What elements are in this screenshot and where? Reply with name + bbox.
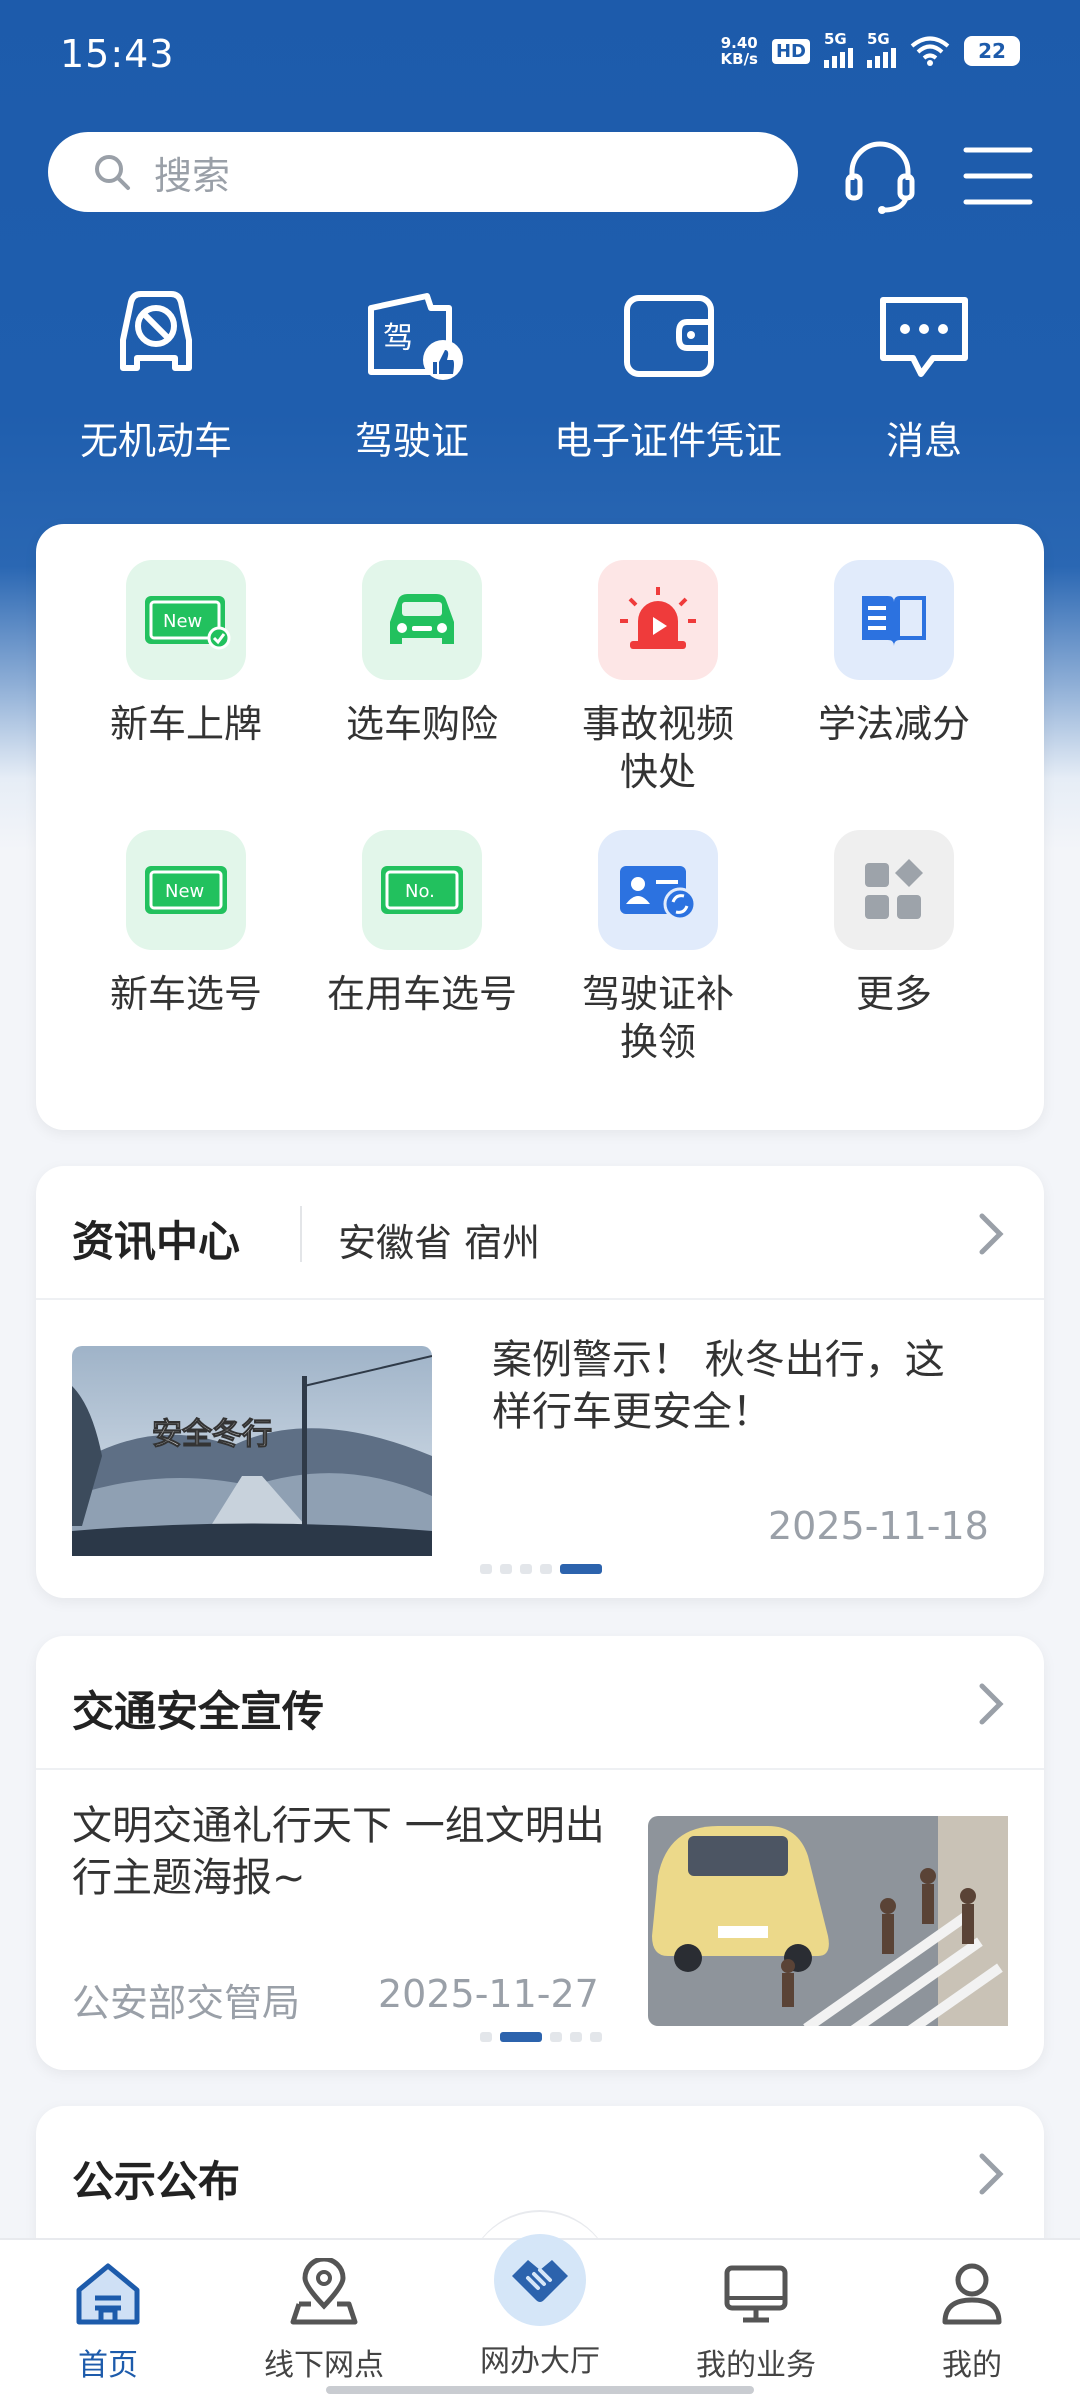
signal-icon: 5G xyxy=(867,30,896,68)
user-icon xyxy=(942,2263,1002,2325)
chevron-right-icon xyxy=(979,1683,1004,1725)
message-icon xyxy=(880,297,968,377)
news-title: 案例警示！ 秋冬出行，这样行车更安全！ xyxy=(492,1337,945,1435)
search-icon xyxy=(95,155,130,190)
search-bar[interactable]: 搜索 xyxy=(48,132,798,212)
menu-icon[interactable] xyxy=(958,136,1038,216)
service-new-plate[interactable]: New 新车上牌 xyxy=(68,560,304,748)
safety-header[interactable]: 交通安全宣传 xyxy=(36,1636,1044,1770)
new-number-icon: New xyxy=(126,830,246,950)
nav-offline-outlets[interactable]: 线下网点 xyxy=(224,2256,424,2384)
hd-icon: HD xyxy=(771,38,810,64)
service-accident-video[interactable]: 事故视频快处 xyxy=(540,560,776,796)
more-icon xyxy=(834,830,954,950)
network-speed: 9.40 KB/s xyxy=(720,34,758,68)
nav-my-business[interactable]: 我的业务 xyxy=(656,2258,856,2384)
service-used-car-number[interactable]: No. 在用车选号 xyxy=(304,830,540,1018)
quick-link-e-certificate[interactable]: 电子证件凭证 xyxy=(548,282,788,465)
service-study-law[interactable]: 学法减分 xyxy=(776,560,1012,748)
signal-icon: 5G xyxy=(824,30,853,68)
service-more[interactable]: 更多 xyxy=(776,830,1012,1018)
news-date: 2025-11-18 xyxy=(768,1504,989,1548)
svg-text:驾: 驾 xyxy=(383,321,413,356)
nav-home[interactable]: 首页 xyxy=(8,2258,208,2384)
service-car-insurance[interactable]: 选车购险 xyxy=(304,560,540,748)
service-grid: New 新车上牌 选车购险 事故视频快处 学法减分 New 新车选号 No. 在… xyxy=(36,524,1044,1130)
nav-online-hall[interactable]: 网办大厅 xyxy=(440,2336,640,2380)
monitor-icon xyxy=(724,2265,788,2323)
clock: 15:43 xyxy=(60,32,175,76)
no-car-icon xyxy=(120,291,192,371)
battery-icon: 22 xyxy=(964,36,1020,66)
wallet-icon xyxy=(624,295,714,377)
safety-title: 交通安全宣传 xyxy=(72,1687,325,1736)
search-placeholder: 搜索 xyxy=(154,153,231,198)
news-center-header[interactable]: 资讯中心 安徽省 宿州 xyxy=(36,1166,1044,1300)
svg-text:No.: No. xyxy=(405,881,435,902)
notice-title: 公示公布 xyxy=(72,2157,241,2206)
chevron-right-icon xyxy=(979,1213,1004,1255)
quick-link-no-car[interactable]: 无机动车 xyxy=(36,282,276,465)
news-center-card: 资讯中心 安徽省 宿州 安全冬行 案例警示！ 秋冬出行，这样行车更安全！ 202… xyxy=(36,1166,1044,1598)
home-icon xyxy=(76,2263,140,2325)
safety-thumbnail xyxy=(648,1816,1008,2026)
news-center-title: 资讯中心 xyxy=(72,1217,241,1266)
location-icon xyxy=(290,2256,358,2325)
siren-icon xyxy=(598,560,718,680)
service-license-renew[interactable]: 驾驶证补换领 xyxy=(540,830,776,1066)
safety-source: 公安部交管局 xyxy=(72,1981,301,2025)
home-indicator xyxy=(326,2386,754,2394)
book-icon xyxy=(834,560,954,680)
status-bar: 15:43 9.40 KB/s HD 5G 5G 22 xyxy=(0,0,1080,112)
safety-item-title: 文明交通礼行天下 一组文明出行主题海报~ xyxy=(72,1803,605,1901)
car-insurance-icon xyxy=(362,560,482,680)
license-icon: 驾 xyxy=(368,293,463,380)
wifi-icon xyxy=(910,36,950,66)
svg-text:安全冬行: 安全冬行 xyxy=(152,1417,272,1452)
service-new-number[interactable]: New 新车选号 xyxy=(68,830,304,1018)
safety-date: 2025-11-27 xyxy=(378,1972,599,2016)
region-label: 安徽省 宿州 xyxy=(338,1221,541,1265)
license-renew-icon xyxy=(598,830,718,950)
safety-promotion-card: 交通安全宣传 文明交通礼行天下 一组文明出行主题海报~ 公安部交管局 2025-… xyxy=(36,1636,1044,2070)
headset-icon[interactable] xyxy=(840,136,920,216)
svg-text:New: New xyxy=(165,881,204,902)
quick-link-messages[interactable]: 消息 xyxy=(804,282,1044,465)
new-plate-icon: New xyxy=(126,560,246,680)
handshake-icon[interactable] xyxy=(494,2234,586,2326)
news-thumbnail: 安全冬行 xyxy=(72,1346,432,1556)
svg-text:New: New xyxy=(163,611,202,632)
number-plate-icon: No. xyxy=(362,830,482,950)
chevron-right-icon xyxy=(979,2153,1004,2195)
carousel-indicator xyxy=(480,2032,602,2042)
carousel-indicator xyxy=(480,1564,602,1574)
nav-profile[interactable]: 我的 xyxy=(872,2258,1072,2384)
quick-link-license[interactable]: 驾 驾驶证 xyxy=(292,282,532,465)
